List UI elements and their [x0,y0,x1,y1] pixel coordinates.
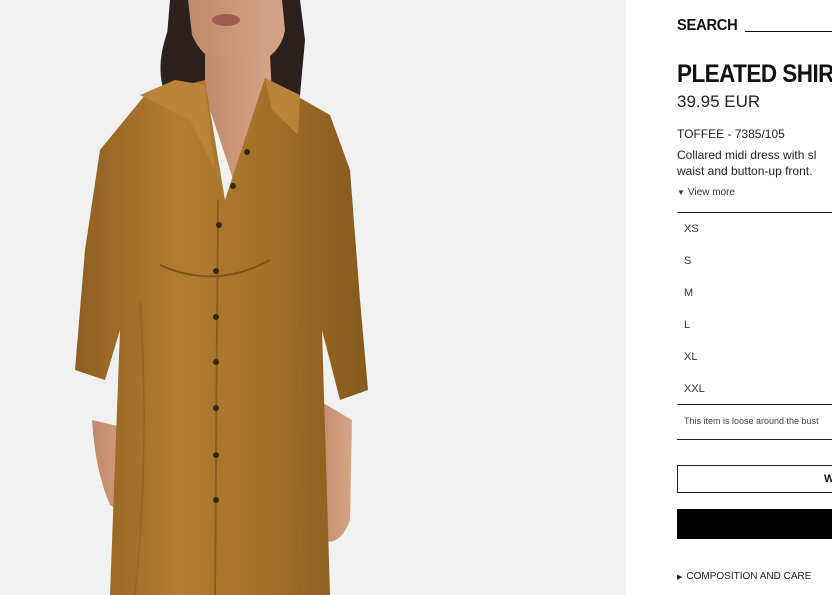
search-input-underline[interactable] [745,31,832,32]
size-option-xl[interactable]: XL [677,341,832,373]
caret-down-icon: ▼ [677,188,685,197]
size-fit-note-text: This item is loose around the bust [684,416,819,426]
caret-right-icon: ▶ [677,574,683,581]
description-line: Collared midi dress with sl [677,148,817,162]
search-label[interactable]: SEARCH [677,17,738,35]
product-price: 39.95 EUR [677,92,761,111]
product-detail-panel: SEARCH PLEATED SHIRT 39.95 EUR TOFFEE - … [626,0,832,595]
size-option-l[interactable]: L [677,309,832,341]
product-description: Collared midi dress with sl waist and bu… [677,147,832,179]
size-option-m[interactable]: M [677,277,832,309]
size-list: XS S M L XL XXL [677,212,832,405]
composition-label: COMPOSITION AND CARE [686,571,812,582]
wishlist-button-label: W [824,473,832,485]
description-line: waist and button-up front. [677,164,813,178]
wishlist-button[interactable]: W [677,465,832,493]
product-image[interactable] [0,0,626,595]
size-option-s[interactable]: S [677,245,832,277]
composition-and-care-link[interactable]: ▶ COMPOSITION AND CARE [677,571,811,582]
size-option-xxl[interactable]: XXL [677,373,832,405]
product-title: PLEATED SHIRT [677,60,832,88]
search-bar[interactable]: SEARCH [677,16,832,38]
size-option-xs[interactable]: XS [677,213,832,245]
product-photo-illustration [0,0,626,595]
view-more-label: View more [687,187,735,198]
view-more-link[interactable]: ▼ View more [677,187,735,198]
size-fit-note: This item is loose around the bust [677,404,832,440]
product-colour-reference: TOFFEE - 7385/105 [677,127,785,141]
add-to-cart-button[interactable] [677,509,832,539]
